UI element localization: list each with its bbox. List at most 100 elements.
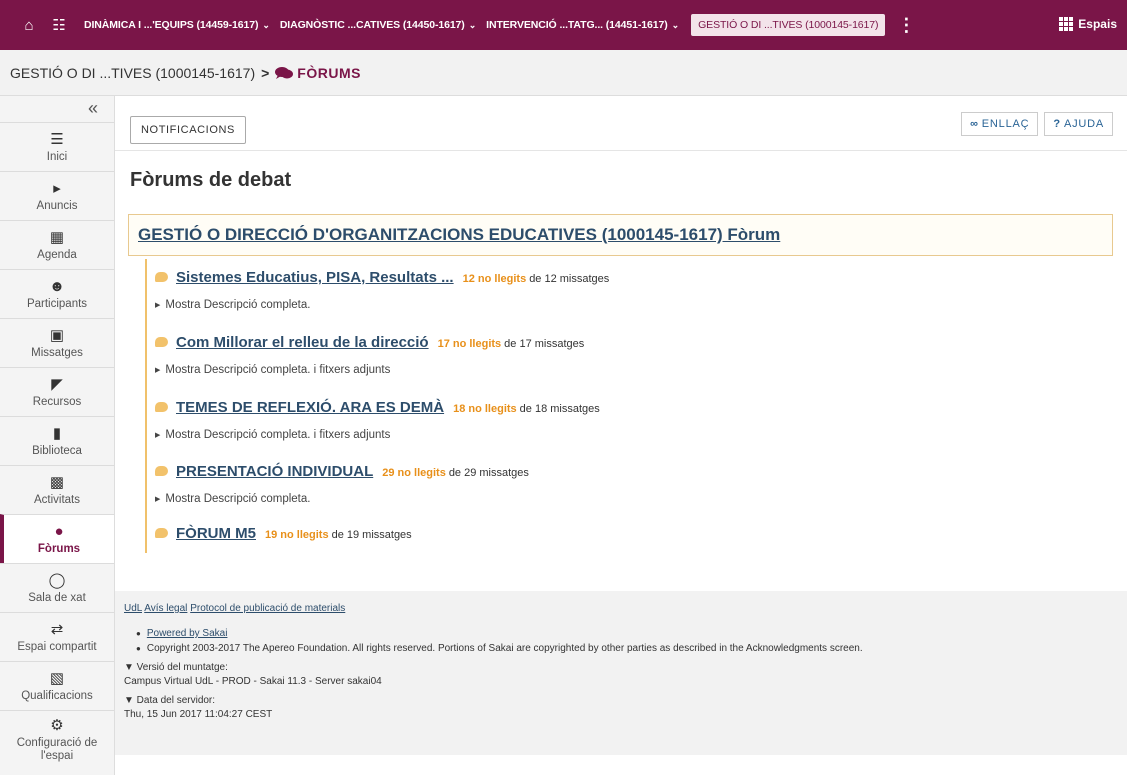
description-toggle-label: Mostra Descripció completa.: [165, 493, 311, 505]
footer-copyright: ● Copyright 2003-2017 The Apereo Foundati…: [136, 643, 1127, 654]
divider: [115, 150, 1127, 151]
topic-title-link[interactable]: FÒRUM M5: [176, 525, 256, 542]
topic-title-link[interactable]: Com Millorar el relleu de la direcció: [176, 334, 429, 351]
breadcrumb: GESTIÓ O DI ...TIVES (1000145-1617) > FÒ…: [0, 50, 1127, 96]
unread-count: 12 no llegits: [462, 273, 527, 285]
sidebar-item-label: Qualificacions: [21, 689, 93, 702]
site-tab-diagnostic[interactable]: DIAGNÒSTIC ...CATIVES (14450-1617) ⌄: [280, 19, 476, 31]
sidebar-item-anuncis[interactable]: ▸ Anuncis: [0, 171, 114, 220]
footer-link-protocol[interactable]: Protocol de publicació de materials: [190, 603, 345, 614]
more-sites-icon[interactable]: ⋮: [897, 16, 915, 34]
topic-icon: [155, 337, 168, 347]
message-total: de 12 missatges: [529, 273, 610, 285]
message-total: de 19 missatges: [331, 529, 412, 541]
caret-right-icon: ▶: [155, 302, 161, 309]
caret-right-icon: ▶: [155, 432, 161, 439]
server-date-value: Thu, 15 Jun 2017 11:04:27 CEST: [124, 709, 273, 720]
sidebar-item-label: Participants: [26, 297, 88, 310]
espais-button[interactable]: Espais: [1059, 17, 1117, 31]
sidebar-item-configuracio[interactable]: ⚙ Configuració de l'espai: [0, 710, 114, 770]
espais-label: Espais: [1078, 17, 1117, 31]
book-icon: ▧: [49, 669, 65, 687]
tool-buttons: ∞ ENLLAÇ ? AJUDA: [961, 112, 1113, 136]
sidebar-item-sala-de-xat[interactable]: ◯ Sala de xat: [0, 563, 114, 612]
top-navigation-bar: ⌂ ☷ DINÀMICA I ...'EQUIPS (14459-1617) ⌄ …: [0, 0, 1127, 50]
sidebar-item-activitats[interactable]: ▩ Activitats: [0, 465, 114, 514]
folder-icon: ◤: [51, 375, 63, 393]
breadcrumb-separator: >: [261, 64, 270, 81]
topic-title-link[interactable]: TEMES DE REFLEXIÓ. ARA ES DEMÀ: [176, 399, 444, 416]
comments-icon: ●: [54, 522, 64, 540]
chat-icon: ◯: [48, 571, 66, 589]
show-description-toggle[interactable]: ▶ Mostra Descripció completa.: [155, 299, 609, 311]
collapse-sidebar-icon[interactable]: «: [0, 96, 114, 122]
megaphone-icon: ▸: [53, 179, 61, 197]
description-toggle-label: Mostra Descripció completa.: [165, 299, 311, 311]
show-description-toggle[interactable]: ▶ Mostra Descripció completa. i fitxers a…: [155, 364, 584, 376]
site-tab-current[interactable]: GESTIÓ O DI ...TIVES (1000145-1617): [691, 14, 886, 36]
caret-right-icon: ▶: [155, 367, 161, 374]
link-icon: ∞: [970, 118, 979, 130]
message-total: de 18 missatges: [519, 403, 600, 415]
sidebar-item-qualificacions[interactable]: ▧ Qualificacions: [0, 661, 114, 710]
chevron-down-icon: ⌄: [671, 19, 680, 30]
sidebar-item-recursos[interactable]: ◤ Recursos: [0, 367, 114, 416]
help-icon: ?: [1053, 118, 1061, 130]
show-description-toggle[interactable]: ▶ Mostra Descripció completa. i fitxers a…: [155, 429, 600, 441]
topic-item: Com Millorar el relleu de la direcció 17 …: [155, 334, 584, 376]
inbox-icon: ▣: [49, 326, 65, 344]
footer-link-legal[interactable]: Avís legal: [144, 603, 187, 614]
version-value: Campus Virtual UdL - PROD - Sakai 11.3 -…: [124, 676, 382, 687]
sidebar-item-forums[interactable]: ● Fòrums: [0, 514, 114, 563]
copyright-text: Copyright 2003-2017 The Apereo Foundatio…: [146, 643, 863, 654]
powered-by-link[interactable]: Powered by Sakai: [147, 628, 228, 639]
topic-list: Sistemes Educatius, PISA, Resultats ... 1…: [145, 259, 1105, 553]
link-button[interactable]: ∞ ENLLAÇ: [961, 112, 1039, 136]
unread-count: 29 no llegits: [382, 467, 446, 479]
site-tab-dinamica[interactable]: DINÀMICA I ...'EQUIPS (14459-1617) ⌄: [84, 19, 270, 31]
sidebar-item-participants[interactable]: ☻ Participants: [0, 269, 114, 318]
topic-item: FÒRUM M5 19 no llegits de 19 missatges: [155, 525, 412, 542]
site-tab-intervencio[interactable]: INTERVENCIÓ ...TATG... (14451-1617) ⌄: [486, 19, 679, 31]
topic-icon: [155, 466, 168, 476]
help-button[interactable]: ? AJUDA: [1044, 112, 1113, 136]
footer-link-udl[interactable]: UdL: [124, 603, 142, 614]
topic-icon: [155, 272, 168, 282]
sidebar-item-espai-compartit[interactable]: ⇄ Espai compartit: [0, 612, 114, 661]
forum-title-link[interactable]: GESTIÓ O DIRECCIÓ D'ORGANITZACIONS EDUCA…: [138, 225, 780, 245]
sidebar-item-missatges[interactable]: ▣ Missatges: [0, 318, 114, 367]
gear-icon: ⚙: [50, 717, 64, 735]
sidebar-item-label: Recursos: [32, 395, 82, 408]
sidebar-item-label: Agenda: [37, 248, 77, 261]
description-toggle-label: Mostra Descripció completa. i fitxers ad…: [165, 364, 391, 376]
sidebar-item-biblioteca[interactable]: ▮ Biblioteca: [0, 416, 114, 465]
unread-count: 19 no llegits: [265, 529, 329, 541]
home-icon[interactable]: ⌂: [14, 17, 44, 34]
grid-icon: [1059, 17, 1074, 31]
footer: UdL Avís legal Protocol de publicació de…: [115, 591, 1127, 755]
chevron-down-icon: ⌄: [262, 19, 270, 30]
topic-title-link[interactable]: Sistemes Educatius, PISA, Resultats ...: [176, 269, 454, 286]
comments-icon: [275, 66, 294, 79]
bullet-icon: ●: [136, 644, 141, 653]
server-date-toggle[interactable]: ▼ Data del servidor:: [124, 695, 1127, 706]
link-button-label: ENLLAÇ: [981, 118, 1030, 130]
users-icon: ☻: [49, 277, 65, 295]
show-description-toggle[interactable]: ▶ Mostra Descripció completa.: [155, 493, 529, 505]
sidebar-item-label: Configuració de l'espai: [16, 737, 98, 762]
notifications-button[interactable]: NOTIFICACIONS: [130, 116, 246, 144]
page-title: Fòrums de debat: [130, 169, 292, 191]
sitemap-icon[interactable]: ☷: [44, 16, 74, 34]
sidebar-item-label: Fòrums: [37, 542, 81, 555]
chevron-down-icon: ⌄: [468, 19, 477, 30]
forum-header: GESTIÓ O DIRECCIÓ D'ORGANITZACIONS EDUCA…: [128, 214, 1113, 256]
topic-title-link[interactable]: PRESENTACIÓ INDIVIDUAL: [176, 463, 373, 480]
unread-count: 18 no llegits: [453, 403, 517, 415]
footer-powered: ● Powered by Sakai: [136, 628, 1127, 639]
bookmark-icon: ▮: [52, 424, 62, 442]
footer-links: UdL Avís legal Protocol de publicació de…: [124, 603, 1127, 614]
version-toggle[interactable]: ▼ Versió del muntatge:: [124, 662, 1127, 673]
breadcrumb-site[interactable]: GESTIÓ O DI ...TIVES (1000145-1617): [10, 65, 255, 81]
sidebar-item-agenda[interactable]: ▦ Agenda: [0, 220, 114, 269]
sidebar-item-inici[interactable]: ☰ Inici: [0, 122, 114, 171]
